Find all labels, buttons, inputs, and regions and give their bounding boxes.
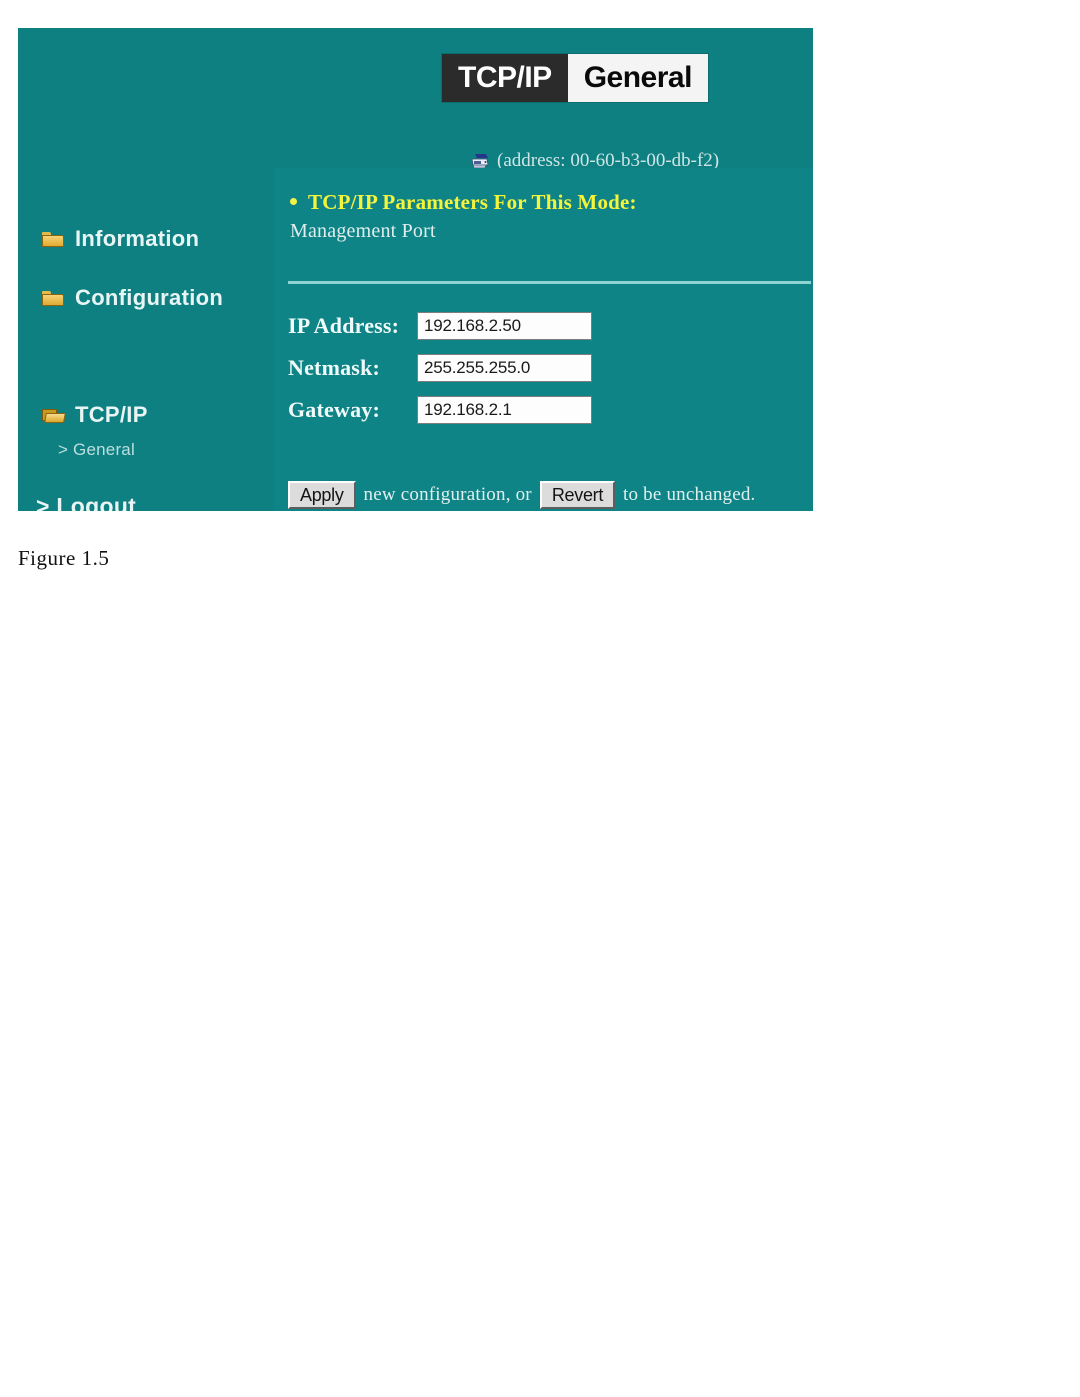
sidebar-item-information[interactable]: Information: [42, 226, 199, 252]
sidebar-item-label: Configuration: [75, 285, 224, 310]
tab-strip: TCP/IP General: [442, 54, 708, 102]
figure-caption: Figure 1.5: [18, 546, 110, 570]
sidebar-item-label: > Logout: [36, 493, 137, 511]
screenshot-page: TCP/IP General (address: 00-60-b3-00-db-…: [0, 0, 1080, 1397]
netmask-label: Netmask:: [288, 354, 381, 380]
apply-helper-text: new configuration, or: [363, 484, 532, 505]
action-row: Apply new configuration, or Revert to be…: [288, 481, 764, 509]
parameters-heading: TCP/IP Parameters For This Mode:: [290, 190, 637, 215]
parameters-heading-text: TCP/IP Parameters For This Mode:: [308, 190, 637, 214]
revert-helper-text: to be unchanged.: [623, 484, 756, 505]
sidebar-item-label: Information: [75, 226, 200, 251]
closed-folder-icon: [42, 230, 65, 248]
sidebar-item-logout[interactable]: > Logout: [36, 493, 136, 511]
closed-folder-icon: [42, 289, 65, 307]
sidebar-item-label: > General: [58, 440, 135, 459]
tcpip-form: IP Address: 192.168.2.50 Netmask: 255.25…: [288, 305, 808, 431]
mode-subtext: Management Port: [290, 220, 436, 242]
ip-address-label: IP Address:: [288, 312, 400, 338]
form-row: Gateway: 192.168.2.1: [288, 389, 808, 430]
content-panel: TCP/IP Parameters For This Mode: Managem…: [274, 168, 813, 511]
open-folder-icon: [42, 406, 65, 424]
form-row: IP Address: 192.168.2.50: [288, 305, 808, 346]
divider: [288, 281, 811, 284]
apply-button[interactable]: Apply: [288, 481, 356, 509]
sidebar: Information Configuration TCP/IP > Gener…: [18, 168, 256, 511]
sidebar-item-configuration[interactable]: Configuration: [42, 285, 223, 311]
ip-address-input[interactable]: 192.168.2.50: [417, 311, 592, 340]
revert-button[interactable]: Revert: [539, 481, 616, 509]
netmask-input[interactable]: 255.255.255.0: [417, 353, 592, 382]
printer-icon: [470, 153, 490, 170]
sidebar-item-general[interactable]: > General: [58, 440, 135, 460]
ui-header: TCP/IP General (address: 00-60-b3-00-db-…: [18, 28, 813, 171]
form-row: Netmask: 255.255.255.0: [288, 347, 808, 388]
tab-tcpip[interactable]: TCP/IP: [442, 54, 568, 102]
sidebar-item-tcpip[interactable]: TCP/IP: [42, 402, 148, 428]
sidebar-item-label: TCP/IP: [75, 402, 148, 427]
tab-general[interactable]: General: [567, 54, 708, 102]
bullet-icon: [290, 198, 297, 205]
gateway-label: Gateway:: [288, 396, 381, 422]
gateway-input[interactable]: 192.168.2.1: [417, 395, 592, 424]
device-web-ui-panel: TCP/IP General (address: 00-60-b3-00-db-…: [18, 28, 813, 511]
